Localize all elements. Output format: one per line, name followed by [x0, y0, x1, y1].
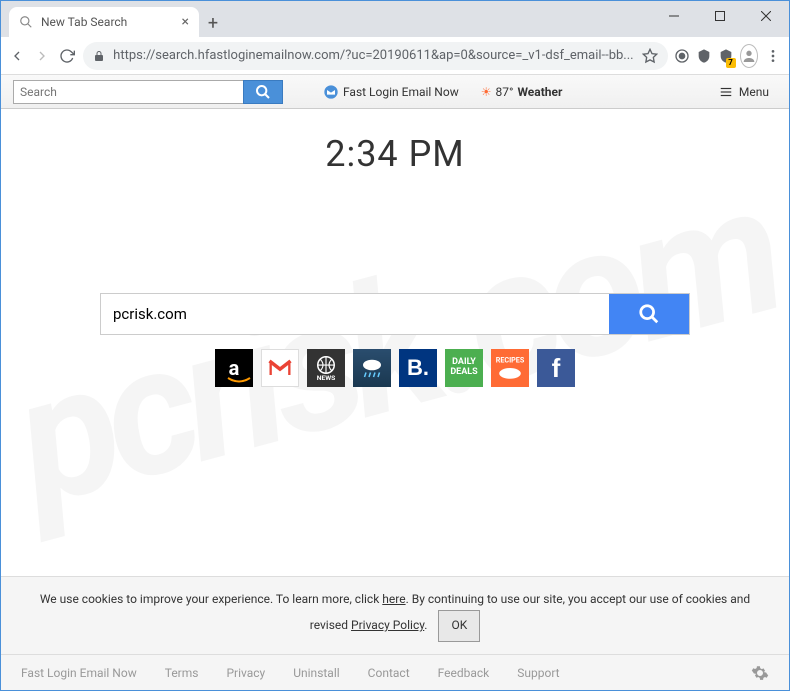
svg-text:RECIPES: RECIPES: [496, 356, 525, 365]
maximize-button[interactable]: [697, 1, 743, 31]
toolbar-search: [13, 80, 283, 104]
weather-icon: [357, 353, 387, 383]
close-button[interactable]: [743, 1, 789, 31]
gear-icon[interactable]: [751, 664, 769, 682]
main-search-input[interactable]: [101, 294, 609, 334]
main-search-button[interactable]: [609, 294, 689, 334]
cookie-banner: We use cookies to improve your experienc…: [1, 576, 789, 654]
tile-facebook[interactable]: f: [537, 349, 575, 387]
menu-icon[interactable]: [764, 42, 783, 70]
footer-privacy[interactable]: Privacy: [226, 666, 265, 680]
extension-toolbar: Fast Login Email Now ☀ 87° Weather Menu: [1, 75, 789, 109]
cookie-ok-button[interactable]: OK: [438, 610, 480, 642]
toolbar-menu-button[interactable]: Menu: [711, 85, 777, 99]
menu-label: Menu: [739, 85, 769, 99]
toolbar-search-button[interactable]: [243, 80, 283, 104]
gmail-icon: [266, 354, 294, 382]
deals-label: DAILY DEALS: [445, 358, 483, 378]
toolbar-link-email[interactable]: Fast Login Email Now: [315, 84, 467, 100]
footer-brand[interactable]: Fast Login Email Now: [21, 666, 137, 680]
star-icon[interactable]: [642, 48, 658, 64]
tile-news[interactable]: NEWS: [307, 349, 345, 387]
tab-title: New Tab Search: [41, 15, 127, 29]
weather-label: Weather: [517, 85, 562, 99]
lock-icon: [93, 50, 105, 62]
toolbar-search-input[interactable]: [13, 80, 243, 104]
toolbar-weather[interactable]: ☀ 87° Weather: [473, 85, 571, 99]
page-content: 2:34 PM a NEWS B. DAILY DEALS RECIPES f …: [1, 109, 789, 690]
forward-button[interactable]: [32, 42, 51, 70]
tile-booking[interactable]: B.: [399, 349, 437, 387]
news-icon: NEWS: [311, 353, 341, 383]
booking-icon: B.: [407, 355, 429, 381]
sun-icon: ☀: [481, 85, 492, 99]
url-text: https://search.hfastloginemailnow.com/?u…: [113, 48, 633, 63]
url-field[interactable]: https://search.hfastloginemailnow.com/?u…: [83, 42, 667, 70]
browser-tab[interactable]: New Tab Search ×: [9, 7, 199, 37]
back-button[interactable]: [7, 42, 26, 70]
tile-amazon[interactable]: a: [215, 349, 253, 387]
footer-support[interactable]: Support: [517, 666, 559, 680]
hamburger-icon: [719, 85, 733, 99]
minimize-button[interactable]: [651, 1, 697, 31]
browser-window: New Tab Search × + https://search.hfastl…: [0, 0, 790, 691]
footer-feedback[interactable]: Feedback: [438, 666, 490, 680]
clock: 2:34 PM: [325, 133, 465, 175]
tile-weather[interactable]: [353, 349, 391, 387]
tile-deals[interactable]: DAILY DEALS: [445, 349, 483, 387]
cookie-text-3: .: [424, 618, 427, 632]
weather-temp: 87°: [496, 85, 514, 99]
mail-icon: [323, 84, 339, 100]
footer-contact[interactable]: Contact: [368, 666, 410, 680]
quick-tiles: a NEWS B. DAILY DEALS RECIPES f: [215, 349, 575, 387]
close-icon[interactable]: ×: [182, 14, 189, 30]
svg-text:NEWS: NEWS: [317, 374, 336, 382]
cookie-link-here[interactable]: here: [382, 592, 405, 606]
footer-uninstall[interactable]: Uninstall: [293, 666, 339, 680]
tile-gmail[interactable]: [261, 349, 299, 387]
window-controls: [651, 1, 789, 31]
extension-icon-2[interactable]: 7: [718, 46, 734, 66]
footer-terms[interactable]: Terms: [165, 666, 199, 680]
main-search: [100, 293, 690, 335]
profile-button[interactable]: [740, 44, 758, 68]
extension-icon-1[interactable]: [674, 46, 690, 66]
cookie-text-1: We use cookies to improve your experienc…: [40, 592, 382, 606]
toolbar-link-label: Fast Login Email Now: [343, 85, 459, 99]
search-icon: [19, 15, 33, 29]
page-footer: Fast Login Email Now Terms Privacy Unins…: [1, 654, 789, 690]
tile-recipes[interactable]: RECIPES: [491, 349, 529, 387]
extension-badge: 7: [726, 58, 736, 68]
address-bar: https://search.hfastloginemailnow.com/?u…: [1, 37, 789, 75]
titlebar: New Tab Search × +: [1, 1, 789, 37]
amazon-icon: a: [229, 356, 240, 381]
cookie-link-privacy[interactable]: Privacy Policy: [351, 618, 424, 632]
shield-icon[interactable]: [696, 46, 712, 66]
facebook-icon: f: [552, 353, 561, 384]
reload-button[interactable]: [58, 42, 77, 70]
recipes-icon: RECIPES: [492, 350, 528, 386]
new-tab-button[interactable]: +: [199, 9, 227, 37]
